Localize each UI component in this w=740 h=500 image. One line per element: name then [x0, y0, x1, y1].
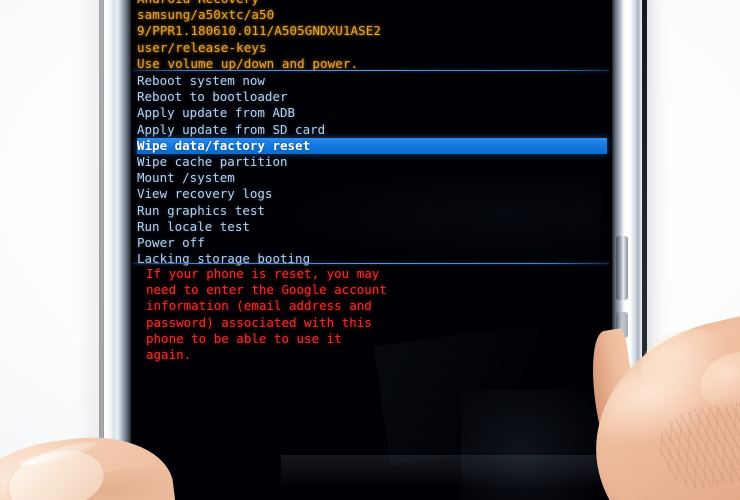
header-line-device: samsung/a50xtc/a50	[137, 7, 275, 23]
header-line-build: 9/PPR1.180610.011/A505GNDXU1ASE2	[137, 23, 382, 39]
screenshot-stage: Android Recovery samsung/a50xtc/a50 9/PP…	[0, 0, 740, 500]
screen-reflection-lower	[461, 390, 611, 500]
warning-line-1: If your phone is reset, you may	[146, 266, 380, 281]
divider-top	[133, 70, 609, 71]
phone-display: Android Recovery samsung/a50xtc/a50 9/PP…	[131, 0, 612, 500]
warning-line-2: need to enter the Google account	[146, 282, 387, 298]
warning-line-4: password) associated with this	[146, 314, 372, 330]
volume-button[interactable]	[616, 236, 628, 300]
menu-item-lacking-storage-booting[interactable]: Lacking storage booting	[137, 251, 607, 267]
menu-item-power-off[interactable]: Power off	[137, 235, 607, 251]
menu-item-mount-system[interactable]: Mount /system	[137, 170, 607, 186]
warning-line-5: phone to be able to use it	[146, 330, 342, 346]
menu-item-wipe-cache-partition[interactable]: Wipe cache partition	[137, 154, 607, 170]
phone-bezel-left-highlight	[108, 0, 115, 500]
menu-item-apply-update-from-sd[interactable]: Apply update from SD card	[137, 122, 607, 138]
menu-item-view-recovery-logs[interactable]: View recovery logs	[137, 186, 607, 202]
background-glare	[86, 0, 106, 500]
divider-bottom	[133, 263, 609, 264]
factory-reset-warning: If your phone is reset, you may need to …	[146, 266, 446, 363]
warning-line-3: information (email address and	[146, 298, 372, 314]
menu-item-apply-update-from-adb[interactable]: Apply update from ADB	[137, 105, 607, 121]
menu-item-wipe-data-factory-reset[interactable]: Wipe data/factory reset	[137, 137, 607, 154]
menu-item-run-graphics-test[interactable]: Run graphics test	[137, 203, 607, 219]
screen-reflection-bottom	[281, 455, 611, 489]
menu-item-run-locale-test[interactable]: Run locale test	[137, 219, 607, 235]
recovery-header: Android Recovery samsung/a50xtc/a50 9/PP…	[137, 0, 381, 72]
recovery-menu: Reboot system now Reboot to bootloader A…	[137, 73, 607, 267]
header-line-keys: user/release-keys	[137, 39, 267, 55]
menu-item-reboot-system-now[interactable]: Reboot system now	[137, 73, 607, 89]
menu-item-reboot-to-bootloader[interactable]: Reboot to bootloader	[137, 89, 607, 105]
warning-line-6: again.	[146, 347, 192, 363]
recovery-screen: Android Recovery samsung/a50xtc/a50 9/PP…	[131, 0, 612, 500]
